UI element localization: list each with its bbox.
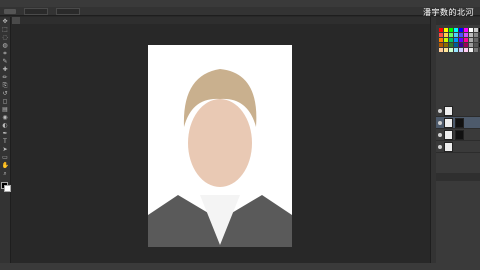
crop-icon[interactable]: ⌗ — [2, 51, 9, 57]
layer-thumbnail — [444, 105, 453, 116]
color-swatch[interactable] — [459, 43, 463, 47]
color-swatch[interactable] — [454, 43, 458, 47]
quick-select-icon[interactable]: ◍ — [2, 43, 9, 49]
color-swatch[interactable] — [444, 28, 448, 32]
options-field[interactable] — [24, 7, 48, 15]
visibility-eye-icon[interactable] — [438, 144, 442, 149]
layer-row[interactable] — [436, 117, 480, 129]
options-bar — [0, 7, 480, 16]
dodge-icon[interactable]: ◐ — [2, 123, 9, 129]
layer-thumbnail — [444, 117, 453, 128]
color-swatch[interactable] — [469, 38, 473, 42]
zoom-icon[interactable]: ⌕ — [2, 171, 9, 177]
shape-icon[interactable]: ▭ — [2, 155, 9, 161]
status-bar — [0, 263, 480, 270]
color-swatch[interactable] — [444, 38, 448, 42]
brush-icon[interactable]: ✏ — [2, 75, 9, 81]
color-swatch[interactable] — [474, 48, 478, 52]
color-swatch[interactable] — [449, 38, 453, 42]
visibility-eye-icon[interactable] — [438, 132, 442, 137]
color-swatch[interactable] — [464, 33, 468, 37]
history-brush-icon[interactable]: ↺ — [2, 91, 9, 97]
color-swatch[interactable] — [474, 38, 478, 42]
right-panels — [436, 17, 480, 263]
color-swatch[interactable] — [464, 43, 468, 47]
color-swatch[interactable] — [439, 38, 443, 42]
background-color[interactable] — [4, 185, 11, 192]
color-swatch[interactable] — [464, 28, 468, 32]
color-swatch[interactable] — [459, 33, 463, 37]
swatches-panel-header[interactable] — [436, 17, 480, 25]
color-swatch[interactable] — [449, 43, 453, 47]
color-swatch[interactable] — [439, 33, 443, 37]
color-swatch[interactable] — [449, 33, 453, 37]
color-swatch[interactable] — [469, 28, 473, 32]
color-swatch[interactable] — [444, 43, 448, 47]
color-swatch[interactable] — [474, 28, 478, 32]
color-swatch[interactable] — [439, 43, 443, 47]
layers-panel — [436, 105, 480, 153]
visibility-eye-icon[interactable] — [438, 108, 442, 113]
document-canvas[interactable] — [148, 45, 292, 247]
healing-icon[interactable]: ✚ — [2, 67, 9, 73]
layer-row[interactable] — [436, 141, 480, 153]
color-swatch[interactable] — [459, 48, 463, 52]
lasso-icon[interactable]: ◌ — [2, 35, 9, 41]
options-field[interactable] — [56, 7, 80, 15]
color-swatch[interactable] — [464, 48, 468, 52]
color-swatch[interactable] — [469, 48, 473, 52]
layer-mask-thumbnail[interactable] — [455, 117, 464, 128]
pen-icon[interactable]: ✒ — [2, 131, 9, 137]
color-swatch[interactable] — [449, 28, 453, 32]
tool-preset-picker[interactable] — [4, 8, 16, 14]
document-tab-bar — [12, 17, 430, 24]
color-swatch[interactable] — [439, 48, 443, 52]
stamp-icon[interactable]: ⎘ — [2, 83, 9, 89]
tools-panel: ✥ ⬚ ◌ ◍ ⌗ ✎ ✚ ✏ ⎘ ↺ ◻ ▤ ◉ ◐ ✒ T ➤ ▭ ✋ ⌕ — [0, 17, 11, 263]
color-swatches[interactable] — [1, 182, 11, 192]
color-swatch[interactable] — [474, 43, 478, 47]
layer-row[interactable] — [436, 105, 480, 117]
document-tab[interactable] — [12, 17, 20, 24]
color-swatch[interactable] — [454, 33, 458, 37]
gradient-icon[interactable]: ▤ — [2, 107, 9, 113]
color-swatch[interactable] — [454, 38, 458, 42]
face-placeholder — [188, 99, 252, 187]
marquee-icon[interactable]: ⬚ — [2, 27, 9, 33]
color-swatch[interactable] — [444, 48, 448, 52]
move-icon[interactable]: ✥ — [2, 19, 9, 25]
type-icon[interactable]: T — [2, 139, 9, 145]
color-swatch[interactable] — [454, 28, 458, 32]
eraser-icon[interactable]: ◻ — [2, 99, 9, 105]
layers-panel-footer[interactable] — [436, 173, 480, 181]
color-swatch[interactable] — [459, 38, 463, 42]
color-swatch[interactable] — [444, 33, 448, 37]
menu-bar — [0, 0, 480, 7]
layer-mask-thumbnail[interactable] — [455, 129, 464, 140]
visibility-eye-icon[interactable] — [438, 120, 442, 125]
color-swatch[interactable] — [459, 28, 463, 32]
swatches-grid — [436, 25, 480, 55]
hand-icon[interactable]: ✋ — [2, 163, 9, 169]
color-swatch[interactable] — [454, 48, 458, 52]
portrait-placeholder — [148, 45, 292, 247]
workspace[interactable] — [12, 24, 430, 263]
color-swatch[interactable] — [464, 38, 468, 42]
color-swatch[interactable] — [449, 48, 453, 52]
path-select-icon[interactable]: ➤ — [2, 147, 9, 153]
color-swatch[interactable] — [469, 33, 473, 37]
color-swatch[interactable] — [469, 43, 473, 47]
blur-icon[interactable]: ◉ — [2, 115, 9, 121]
layer-thumbnail — [444, 129, 453, 140]
layer-thumbnail — [444, 141, 453, 152]
color-swatch[interactable] — [474, 33, 478, 37]
layer-row[interactable] — [436, 129, 480, 141]
color-swatch[interactable] — [439, 28, 443, 32]
eyedropper-icon[interactable]: ✎ — [2, 59, 9, 65]
